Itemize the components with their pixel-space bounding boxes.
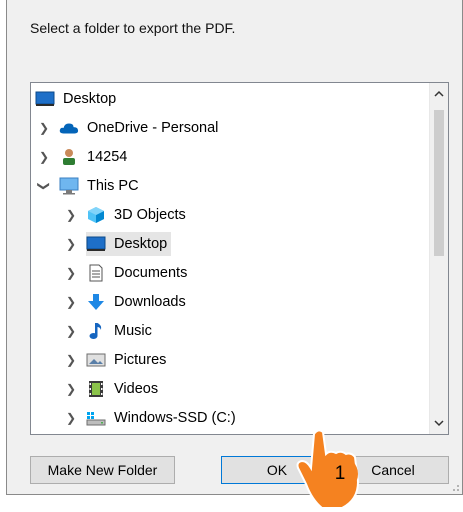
tree-item-videos[interactable]: ❯ Videos [64,377,158,401]
chevron-right-icon[interactable]: ❯ [64,353,78,367]
resize-grip-icon[interactable] [450,482,460,492]
tree-item-label: Documents [114,265,188,281]
tree-item-desktop-root[interactable]: Desktop [35,87,116,111]
chevron-right-icon[interactable]: ❯ [37,121,51,135]
tree-item-label: Desktop [63,91,117,107]
tree-item-pictures[interactable]: ❯ Pictures [64,348,166,372]
tree-item-label: Desktop [114,236,168,252]
scroll-up-arrow-icon[interactable] [430,85,448,103]
tree-item-label: OneDrive - Personal [87,120,219,136]
tree-item-documents[interactable]: ❯ Documents [64,261,187,285]
tree-item-onedrive[interactable]: ❯ OneDrive - Personal [37,116,218,140]
chevron-right-icon[interactable]: ❯ [64,382,78,396]
make-new-folder-button[interactable]: Make New Folder [30,456,175,484]
tree-item-3d-objects[interactable]: ❯ 3D Objects [64,203,186,227]
scrollbar-thumb[interactable] [434,110,444,256]
tree-item-user[interactable]: ❯ 14254 [37,145,127,169]
tree-item-label: This PC [87,178,139,194]
folder-tree[interactable]: Desktop ❯ OneDrive - Personal ❯ 14254 ❯ … [30,82,449,435]
chevron-right-icon[interactable]: ❯ [64,208,78,222]
chevron-down-icon[interactable]: ❯ [37,179,51,193]
tree-item-label: 14254 [87,149,128,165]
tree-item-label: Downloads [114,294,186,310]
chevron-right-icon[interactable]: ❯ [64,324,78,338]
chevron-right-icon[interactable]: ❯ [64,295,78,309]
tree-item-label: Videos [114,381,159,397]
dialog-prompt: Select a folder to export the PDF. [30,20,236,36]
pictures-icon [86,351,106,369]
tree-item-windows-ssd[interactable]: ❯ Windows-SSD (C:) [64,406,236,430]
onedrive-cloud-icon [59,119,79,137]
tree-item-desktop[interactable]: ❯ Desktop [64,232,172,256]
tree-item-label: Music [114,323,152,339]
folder-browser-dialog: Select a folder to export the PDF. Deskt… [6,0,463,495]
chevron-right-icon[interactable]: ❯ [64,266,78,280]
videos-icon [86,380,106,398]
desktop-icon [35,90,55,108]
drive-icon [86,409,106,427]
selected-item-highlight[interactable]: Desktop [86,232,172,256]
user-icon [59,148,79,166]
tree-item-label: 3D Objects [114,207,186,223]
3d-objects-icon [86,206,106,224]
tree-scrollbar[interactable] [429,83,448,434]
this-pc-icon [59,177,79,195]
tree-item-label: Windows-SSD (C:) [114,410,236,426]
documents-icon [86,264,106,282]
chevron-right-icon[interactable]: ❯ [37,150,51,164]
music-icon [86,322,106,340]
tree-item-this-pc[interactable]: ❯ This PC [37,174,139,198]
chevron-right-icon[interactable]: ❯ [64,237,78,251]
tree-item-music[interactable]: ❯ Music [64,319,152,343]
tree-item-downloads[interactable]: ❯ Downloads [64,290,186,314]
chevron-right-icon[interactable]: ❯ [64,411,78,425]
downloads-icon [86,293,106,311]
step-number-badge: 1 [322,456,358,492]
desktop-icon [86,235,106,253]
scroll-down-arrow-icon[interactable] [430,414,448,432]
tree-item-label: Pictures [114,352,167,368]
